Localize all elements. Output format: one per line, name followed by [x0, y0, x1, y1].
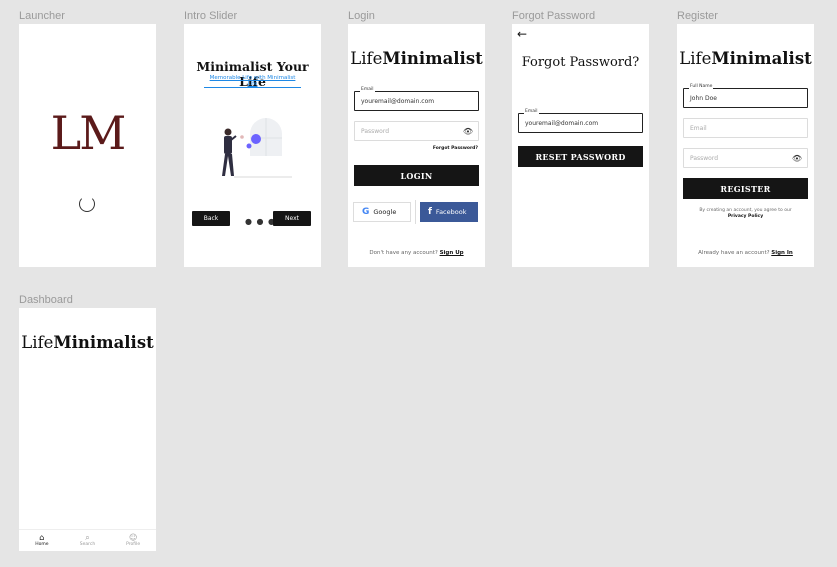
signup-prompt: Don't have any account? Sign Up	[369, 250, 464, 256]
nav-home-label: Home	[35, 542, 49, 547]
signin-prompt: Already have an account? Sign In	[698, 250, 793, 256]
email-field[interactable]: Email youremail@domain.com	[354, 87, 479, 111]
frame-label-forgot: Forgot Password	[512, 10, 596, 22]
privacy-policy-link[interactable]: Privacy Policy	[728, 214, 763, 219]
eye-icon[interactable]: 👁	[463, 127, 473, 136]
intro-frame: Minimalist Your Life Memorable Life with…	[184, 24, 321, 267]
password-placeholder: Password	[361, 127, 390, 135]
email-field[interactable]: Email youremail@domain.com	[518, 109, 643, 133]
email-value: youremail@domain.com	[525, 119, 599, 127]
intro-subtitle: Memorable Life with Minimalist Life	[204, 75, 301, 88]
full-name-legend: Full Name	[689, 84, 714, 89]
bottom-nav: ⌂ Home ⌕ Search ☺ Profile	[19, 529, 156, 551]
sign-in-link[interactable]: Sign In	[771, 250, 793, 256]
google-label: Google	[373, 208, 397, 216]
launcher-frame: LM	[19, 24, 156, 267]
brand-logo: LifeMinimalist	[350, 49, 483, 68]
frame-label-register: Register	[677, 10, 718, 22]
password-field[interactable]: Password 👁	[683, 148, 808, 168]
login-button[interactable]: LOGIN	[354, 165, 479, 186]
full-name-field[interactable]: Full Name John Doe	[683, 84, 808, 108]
full-name-value: John Doe	[690, 94, 717, 102]
email-placeholder: Email	[690, 124, 707, 132]
forgot-frame: ← Forgot Password? Email youremail@domai…	[512, 24, 649, 267]
email-field[interactable]: Email	[683, 118, 808, 138]
profile-icon: ☺	[129, 533, 138, 542]
reset-password-button[interactable]: RESET PASSWORD	[518, 146, 643, 167]
email-value: youremail@domain.com	[361, 97, 435, 105]
google-button[interactable]: G Google	[353, 202, 411, 222]
facebook-button[interactable]: f Facebook	[420, 202, 478, 222]
nav-search[interactable]: ⌕ Search	[65, 530, 111, 551]
brand-logo: LifeMinimalist	[679, 49, 812, 68]
frame-label-login: Login	[348, 10, 375, 22]
nav-search-label: Search	[79, 542, 96, 547]
password-placeholder: Password	[690, 154, 719, 162]
login-frame: LifeMinimalist Email youremail@domain.co…	[348, 24, 485, 267]
email-legend: Email	[360, 87, 375, 92]
sign-up-link[interactable]: Sign Up	[440, 250, 464, 256]
nav-profile-label: Profile	[126, 542, 141, 547]
forgot-password-link[interactable]: Forgot Password?	[433, 146, 478, 151]
frame-label-dashboard: Dashboard	[19, 294, 73, 306]
facebook-icon: f	[428, 207, 432, 217]
register-frame: LifeMinimalist Full Name John Doe Email …	[677, 24, 814, 267]
back-button[interactable]: Back	[192, 211, 230, 226]
google-icon: G	[362, 207, 370, 217]
nav-home[interactable]: ⌂ Home	[19, 530, 65, 551]
brand-logo: LifeMinimalist	[21, 333, 154, 352]
password-field[interactable]: Password 👁	[354, 121, 479, 141]
frame-label-launcher: Launcher	[19, 10, 65, 22]
register-button[interactable]: REGISTER	[683, 178, 808, 199]
facebook-label: Facebook	[435, 208, 467, 216]
slider-dots: ● ● ●	[245, 217, 277, 226]
nav-profile[interactable]: ☺ Profile	[110, 530, 156, 551]
dashboard-frame: LifeMinimalist ⌂ Home ⌕ Search ☺ Profile	[19, 308, 156, 551]
back-arrow-icon[interactable]: ←	[517, 27, 527, 41]
terms-text: By creating an account, you agree to our…	[699, 208, 792, 219]
eye-icon[interactable]: 👁	[792, 154, 802, 163]
divider	[415, 200, 416, 224]
forgot-title: Forgot Password?	[521, 55, 640, 70]
intro-illustration	[222, 118, 292, 178]
home-icon: ⌂	[39, 533, 45, 542]
next-button[interactable]: Next	[273, 211, 311, 226]
loading-spinner-icon	[79, 196, 95, 212]
email-legend: Email	[524, 109, 539, 114]
frame-label-intro: Intro Slider	[184, 10, 238, 22]
app-logo: LM	[50, 106, 127, 160]
search-icon: ⌕	[85, 533, 90, 542]
